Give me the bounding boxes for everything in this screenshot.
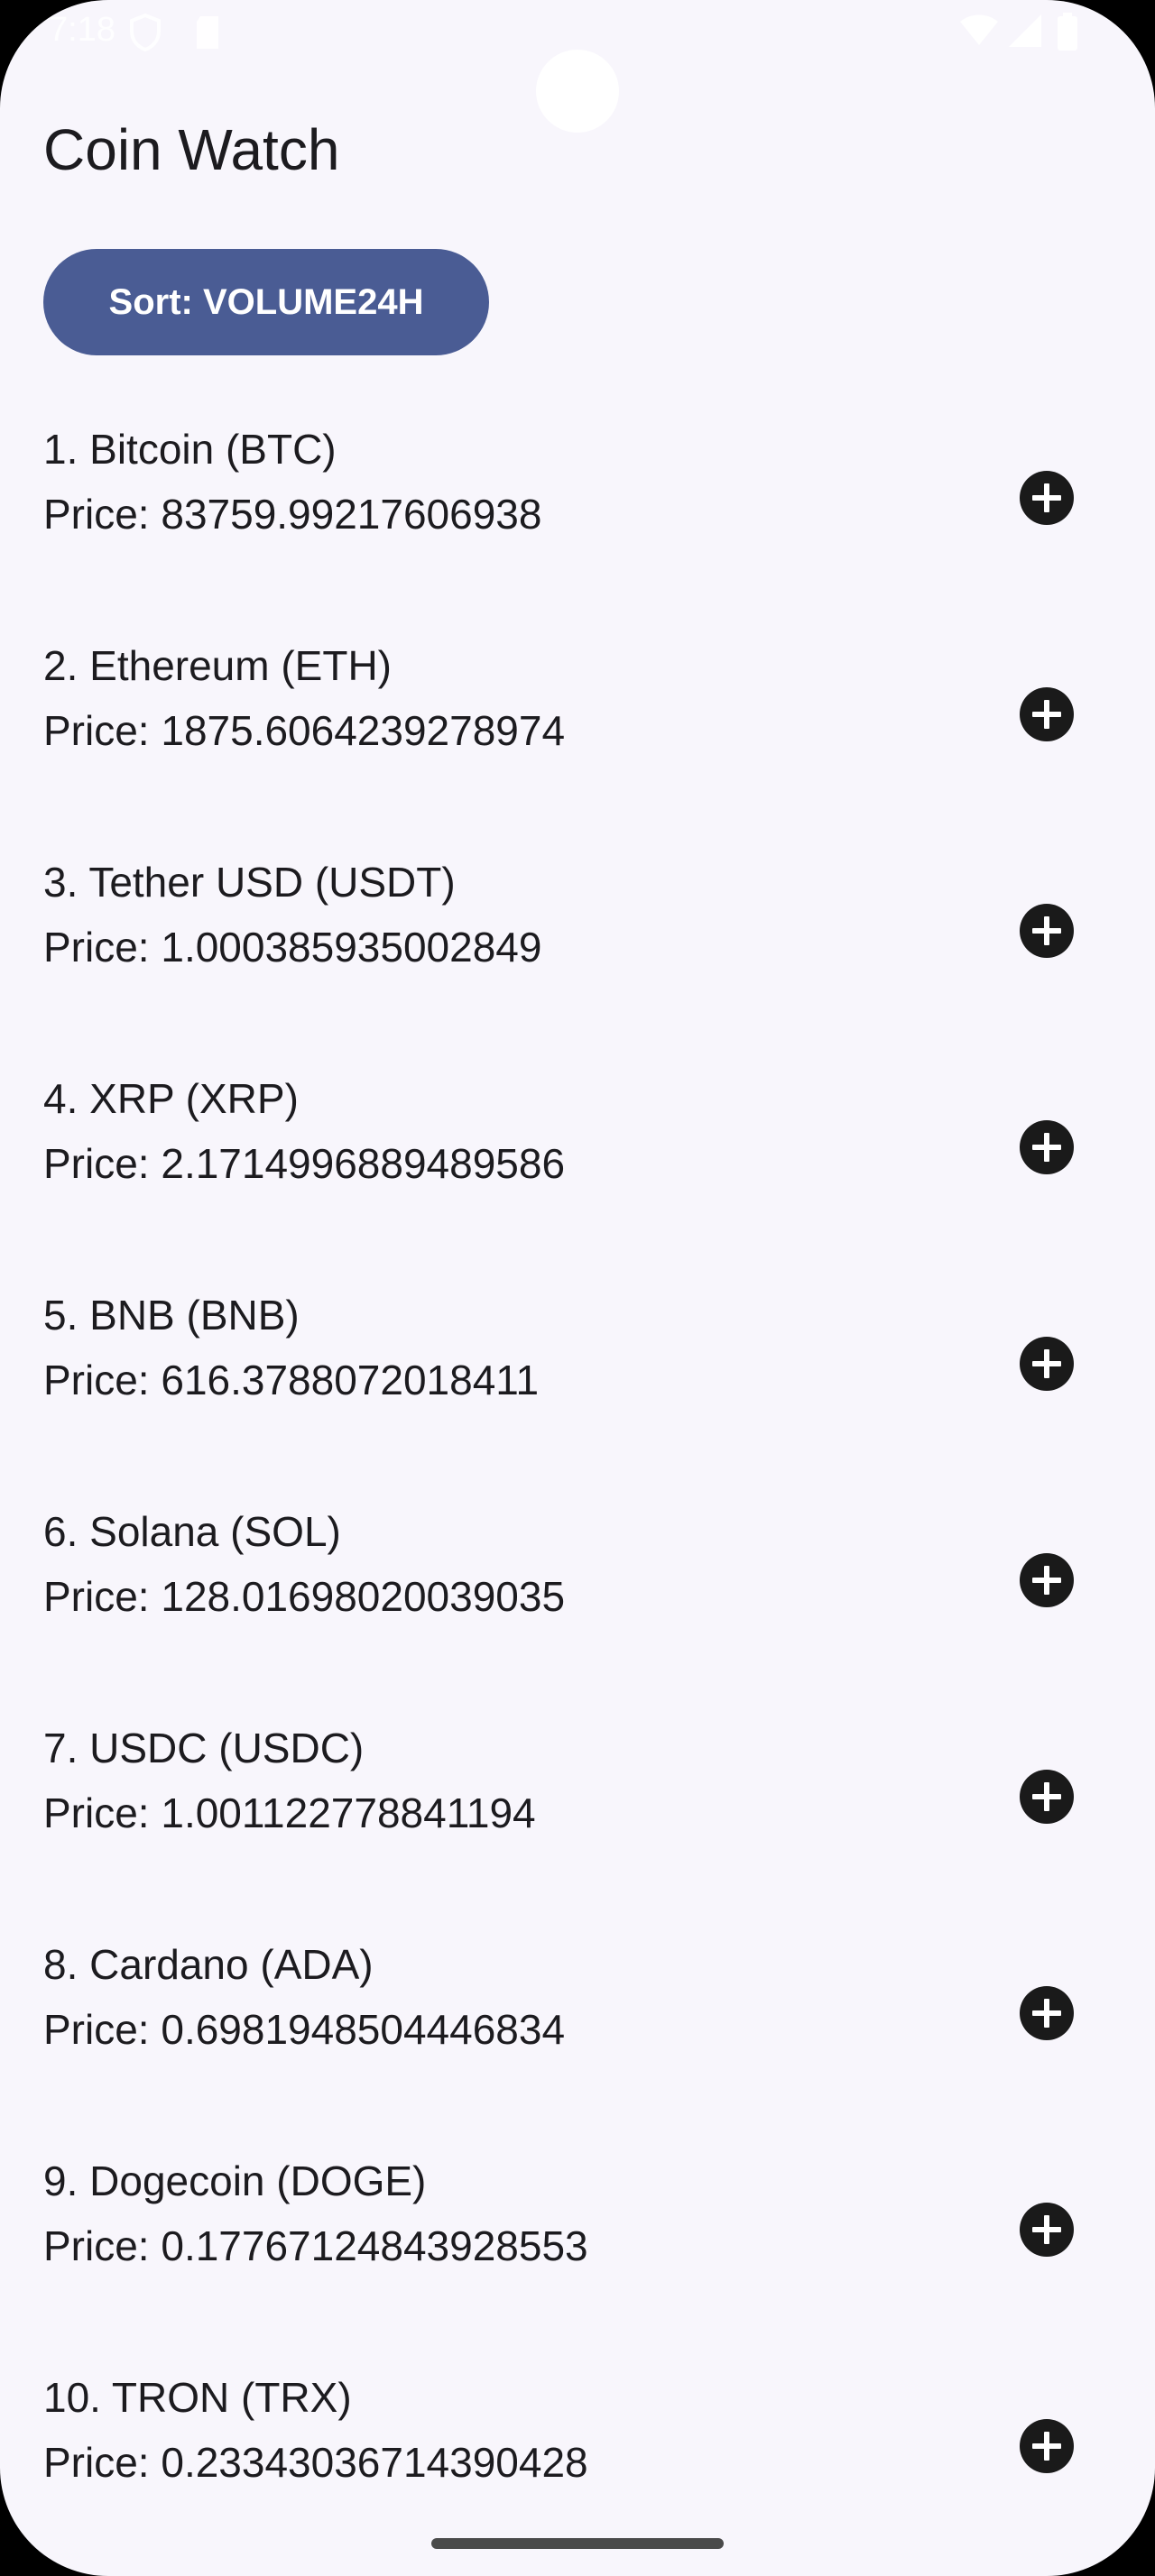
add-circle-icon[interactable] [1020,904,1074,958]
coin-price: Price: 2.1714996889489586 [43,1140,566,1187]
coin-row: 5. BNB (BNB) Price: 616.3788072018411 [0,1281,1155,1497]
coin-row: 6. Solana (SOL) Price: 128.0169802003903… [0,1497,1155,1714]
coin-name: 2. Ethereum (ETH) [43,642,392,689]
add-circle-icon[interactable] [1020,1553,1074,1607]
status-time: 7:18 [49,11,116,49]
coin-price: Price: 128.01698020039035 [43,1573,566,1620]
add-circle-icon[interactable] [1020,687,1074,741]
add-circle-icon[interactable] [1020,471,1074,525]
shield-icon [128,13,162,57]
page-title: Coin Watch [43,117,340,182]
cellular-icon [1007,13,1043,53]
coin-price: Price: 0.17767124843928553 [43,2222,588,2269]
coin-name: 3. Tether USD (USDT) [43,859,456,906]
coin-row: 2. Ethereum (ETH) Price: 1875.6064239278… [0,631,1155,848]
coin-name: 9. Dogecoin (DOGE) [43,2157,427,2204]
add-circle-icon[interactable] [1020,1986,1074,2040]
coin-price: Price: 1.000385935002849 [43,924,542,971]
gesture-navigation-bar[interactable] [431,2538,724,2549]
app-screen: 7:18 Coin Watch Sort: VOLUME24H 1. Bitco… [0,0,1155,2576]
coin-price: Price: 0.23343036714390428 [43,2439,588,2486]
sort-button-label: Sort: VOLUME24H [108,281,424,322]
coin-name: 7. USDC (USDC) [43,1725,365,1771]
coin-row: 3. Tether USD (USDT) Price: 1.0003859350… [0,848,1155,1064]
coin-row: 9. Dogecoin (DOGE) Price: 0.177671248439… [0,2147,1155,2363]
coin-name: 10. TRON (TRX) [43,2374,352,2421]
coin-row: 7. USDC (USDC) Price: 1.001122778841194 [0,1714,1155,1930]
sim-card-icon [191,13,224,57]
coin-name: 6. Solana (SOL) [43,1508,341,1555]
coin-price: Price: 83759.99217606938 [43,491,542,538]
coin-name: 1. Bitcoin (BTC) [43,426,337,473]
coin-price: Price: 1.001122778841194 [43,1789,536,1836]
coin-row: 8. Cardano (ADA) Price: 0.69819485044468… [0,1930,1155,2147]
add-circle-icon[interactable] [1020,1770,1074,1824]
add-circle-icon[interactable] [1020,2419,1074,2473]
coin-price: Price: 616.3788072018411 [43,1357,540,1403]
camera-cutout [536,50,619,133]
add-circle-icon[interactable] [1020,1120,1074,1174]
add-circle-icon[interactable] [1020,1337,1074,1391]
battery-icon [1056,13,1079,57]
coin-price: Price: 1875.6064239278974 [43,707,566,754]
coin-price: Price: 0.6981948504446834 [43,2006,566,2053]
sort-button[interactable]: Sort: VOLUME24H [43,249,489,355]
add-circle-icon[interactable] [1020,2203,1074,2257]
coin-row: 1. Bitcoin (BTC) Price: 83759.9921760693… [0,415,1155,631]
coin-name: 8. Cardano (ADA) [43,1941,374,1988]
wifi-icon [958,13,1000,53]
coin-name: 4. XRP (XRP) [43,1075,299,1122]
coin-row: 4. XRP (XRP) Price: 2.1714996889489586 [0,1064,1155,1281]
coin-name: 5. BNB (BNB) [43,1292,300,1339]
